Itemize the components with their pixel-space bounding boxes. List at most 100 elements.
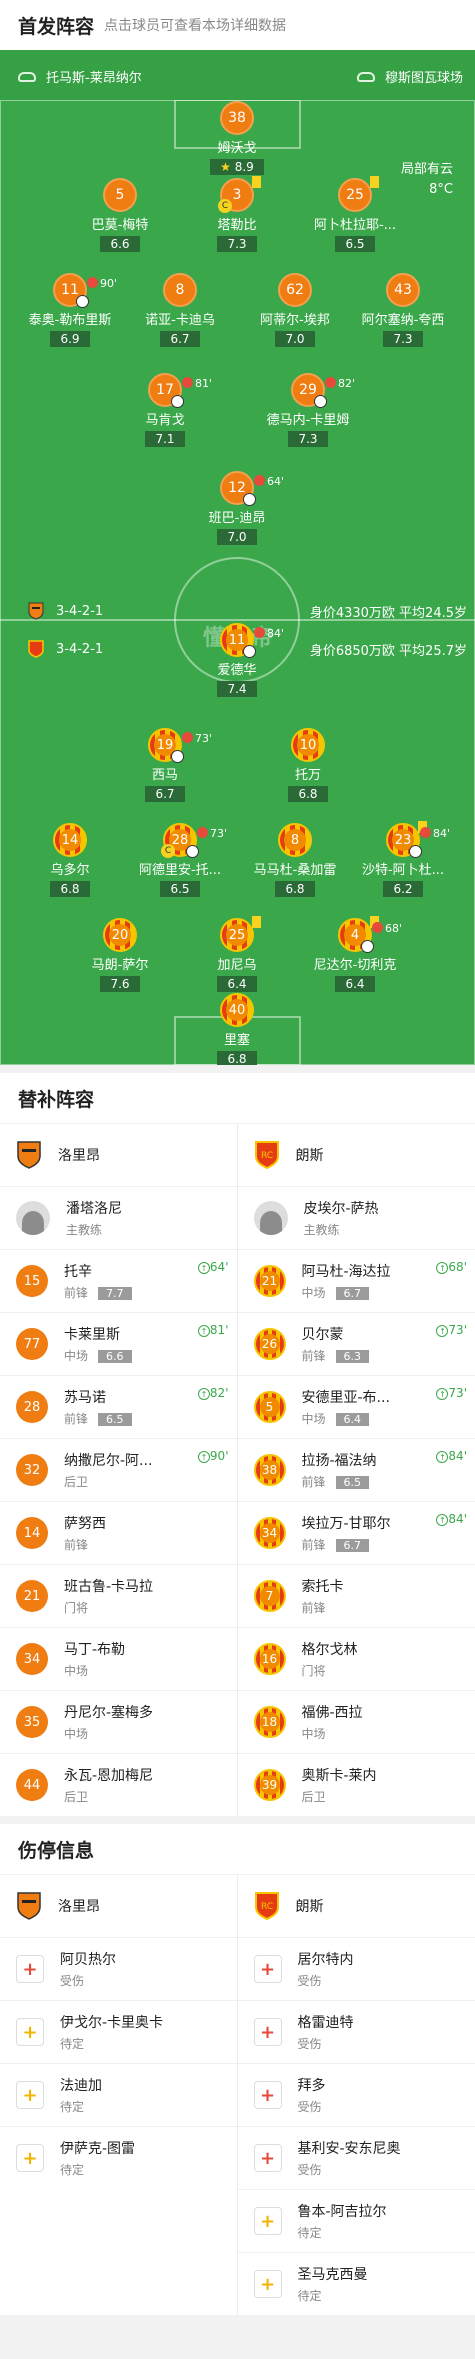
sub-player-row[interactable]: 7 索托卡 前锋 [237, 1564, 475, 1627]
injury-row[interactable]: + 圣马克西曼 待定 [237, 2252, 475, 2315]
home-player[interactable]: 62 阿蒂尔-埃邦 7.0 [240, 273, 350, 347]
sub-out-time: 73' [197, 827, 227, 840]
sub-player-row[interactable]: 16 格尔戈林 门将 [237, 1627, 475, 1690]
sub-in-time: ↑ 81' [197, 1323, 229, 1337]
player-name: 拜多 [297, 2078, 326, 2094]
player-rating: 6.7 [335, 1539, 370, 1552]
player-number: 43 [394, 282, 412, 298]
away-team-row[interactable]: RC 朗斯 [237, 1123, 475, 1186]
injury-row[interactable]: + 格雷迪特 受伤 [237, 2000, 475, 2063]
player-rating: 6.5 [335, 236, 375, 252]
injury-row[interactable]: + 伊萨克-图雷 待定 [0, 2126, 237, 2189]
away-player[interactable]: 23 84' 沙特-阿卜杜... 6.2 [348, 821, 458, 897]
home-player[interactable]: 25 阿卜杜拉耶-... 6.5 [300, 176, 410, 252]
sub-in-time-text: 64' [209, 1260, 229, 1274]
sub-player-row[interactable]: 14 萨努西 前锋 [0, 1501, 237, 1564]
sub-in-icon: ↑ [197, 1451, 210, 1463]
home-player[interactable]: 11 90' 泰奥-勒布里斯 6.9 [15, 273, 125, 347]
injury-row[interactable]: + 法迪加 待定 [0, 2063, 237, 2126]
player-position: 中场 6.6 [64, 1347, 132, 1364]
home-player[interactable]: 38 姆沃戈 ★ 8.9 [182, 101, 292, 175]
away-player[interactable]: 28 C 73' 阿德里安-托... 6.5 [125, 823, 235, 897]
home-player[interactable]: 17 81' 马肯戈 7.1 [110, 373, 220, 447]
home-player[interactable]: 43 阿尔塞纳-夸西 7.3 [348, 273, 458, 347]
player-rating-value: 8.9 [234, 160, 254, 174]
sub-player-row[interactable]: 38 拉扬-福法纳 前锋 6.5 ↑ 84' [237, 1438, 475, 1501]
player-number-disc: 20 [103, 918, 137, 952]
player-rating-value: 6.7 [155, 787, 175, 801]
sub-player-row[interactable]: 21 阿马杜-海达拉 中场 6.7 ↑ 68' [237, 1249, 475, 1312]
home-player[interactable]: 3 C 塔勒比 7.3 [182, 176, 292, 252]
away-player[interactable]: 14 乌多尔 6.8 [15, 823, 125, 897]
away-coach-row[interactable]: 皮埃尔-萨热 主教练 [237, 1186, 475, 1249]
sub-player-row[interactable]: 28 苏马诺 前锋 6.5 ↑ 82' [0, 1375, 237, 1438]
player-number-disc: 3C [218, 178, 254, 213]
away-player[interactable]: 25 加尼乌 6.4 [182, 916, 292, 992]
sub-player-row[interactable]: 18 福佛-西拉 中场 [237, 1690, 475, 1753]
injury-row[interactable]: + 阿贝热尔 受伤 [0, 1937, 237, 2000]
injury-row[interactable]: + 居尔特内 受伤 [237, 1937, 475, 2000]
player-name: 加尼乌 [217, 958, 257, 973]
away-player[interactable]: 4 68' 尼达尔-切利克 6.4 [300, 916, 410, 992]
player-position-text: 中场 [64, 1349, 89, 1363]
sub-in-time-text: 81' [209, 1323, 229, 1337]
home-coach-row[interactable]: 潘塔洛尼 主教练 [0, 1186, 237, 1249]
away-player[interactable]: 19 73' 西马 6.7 [110, 728, 220, 802]
home-coach-role: 主教练 [66, 1223, 103, 1237]
player-name: 里塞 [223, 1033, 250, 1048]
substituted-icon [314, 395, 327, 408]
injury-row[interactable]: + 基利安-安东尼奥 受伤 [237, 2126, 475, 2189]
sub-out-icon [182, 732, 193, 743]
player-name: 阿尔塞纳-夸西 [361, 313, 445, 328]
yellow-card-icon [252, 176, 261, 188]
injury-row[interactable]: + 拜多 受伤 [237, 2063, 475, 2126]
injury-row[interactable]: + 伊戈尔-卡里奥卡 待定 [0, 2000, 237, 2063]
player-number: 8 [175, 282, 185, 298]
home-team-row[interactable]: 洛里昂 [0, 1874, 237, 1937]
away-player[interactable]: 11 84' 爱德华 7.4 [182, 623, 292, 697]
sub-player-row[interactable]: 21 班古鲁-卡马拉 门将 [0, 1564, 237, 1627]
home-player[interactable]: 12 64' 班巴-迪昂 7.0 [182, 471, 292, 545]
sub-out-time-text: 68' [385, 922, 403, 935]
player-name: 基利安-安东尼奥 [297, 2141, 401, 2157]
home-team-name: 洛里昂 [58, 1148, 100, 1164]
lens-logo-icon: RC [254, 1141, 279, 1170]
sub-in-time-text: 84' [448, 1449, 467, 1463]
sub-player-row[interactable]: 5 安德里亚-布... 中场 6.4 ↑ 73' [237, 1375, 475, 1438]
sub-player-row[interactable]: 26 贝尔蒙 前锋 6.3 ↑ 73' [237, 1312, 475, 1375]
player-name: 姆沃戈 [217, 141, 257, 156]
sub-player-row[interactable]: 32 纳撒尼尔-阿... 后卫 ↑ 90' [0, 1438, 237, 1501]
away-player[interactable]: 10 托万 6.8 [253, 728, 363, 802]
sub-player-row[interactable]: 39 奥斯卡-莱内 后卫 [237, 1753, 475, 1816]
away-team-row[interactable]: RC 朗斯 [237, 1874, 475, 1937]
home-team-row[interactable]: 洛里昂 [0, 1123, 237, 1186]
player-number-disc: 62 [278, 273, 312, 307]
away-player[interactable]: 20 马朗-萨尔 7.6 [65, 918, 175, 992]
player-position-text: 后卫 [301, 1790, 326, 1804]
player-rating-value: 7.3 [227, 237, 247, 251]
injury-row[interactable]: + 鲁本-阿吉拉尔 待定 [237, 2189, 475, 2252]
player-position-text: 门将 [64, 1601, 89, 1615]
player-position: 后卫 [64, 1473, 152, 1490]
sub-player-row[interactable]: 44 永瓦-恩加梅尼 后卫 [0, 1753, 237, 1816]
home-player[interactable]: 5 巴莫-梅特 6.6 [65, 178, 175, 252]
home-player[interactable]: 8 诺亚-卡迪乌 6.7 [125, 273, 235, 347]
player-number: 11 [61, 282, 79, 298]
home-player[interactable]: 29 82' 德马内-卡里姆 7.3 [253, 373, 363, 447]
sub-player-row[interactable]: 34 马丁-布勒 中场 [0, 1627, 237, 1690]
player-rating: 6.6 [98, 1350, 132, 1363]
injuries-title: 伤停信息 [0, 1824, 475, 1874]
sub-out-icon [254, 627, 265, 638]
away-player[interactable]: 8 马马杜-桑加雷 6.8 [240, 823, 350, 897]
player-position: 前锋 6.3 [302, 1347, 370, 1364]
player-number: 5 [259, 1397, 280, 1417]
sub-player-row[interactable]: 15 托辛 前锋 7.7 ↑ 64' [0, 1249, 237, 1312]
player-name: 法迪加 [60, 2078, 102, 2094]
sub-player-row[interactable]: 35 丹尼尔-塞梅多 中场 [0, 1690, 237, 1753]
player-rating: 6.9 [50, 331, 90, 347]
sub-player-row[interactable]: 34 埃拉万-甘耶尔 前锋 6.7 ↑ 84' [237, 1501, 475, 1564]
sub-player-row[interactable]: 77 卡莱里斯 中场 6.6 ↑ 81' [0, 1312, 237, 1375]
player-number: 28 [23, 1399, 41, 1415]
away-player[interactable]: 40 里塞 6.8 [182, 993, 292, 1065]
injury-status: 待定 [60, 2163, 85, 2177]
